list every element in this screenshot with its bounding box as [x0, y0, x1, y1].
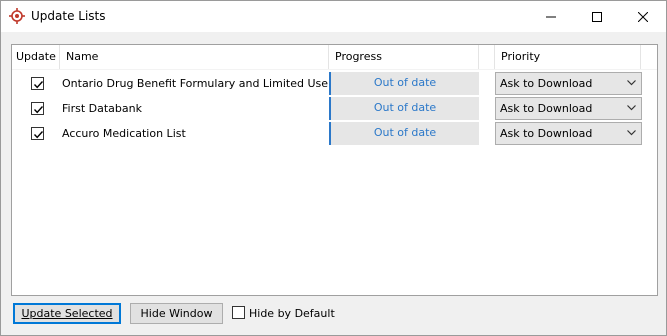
update-selected-label: Update Selected: [21, 307, 113, 320]
list-name: First Databank: [62, 102, 142, 115]
minimize-icon: [546, 16, 556, 17]
close-button[interactable]: [620, 1, 666, 32]
column-header-progress[interactable]: Progress: [329, 45, 479, 69]
priority-dropdown[interactable]: Ask to Download: [495, 122, 642, 145]
chevron-down-icon: [627, 130, 636, 136]
progress-status: Out of date: [329, 122, 479, 145]
update-checkbox[interactable]: [31, 127, 44, 140]
title-bar[interactable]: Update Lists: [1, 1, 666, 32]
hide-by-default-checkbox[interactable]: [232, 306, 245, 319]
list-name: Ontario Drug Benefit Formulary and Limit…: [62, 77, 366, 90]
maximize-icon: [592, 11, 602, 22]
target-crosshair-icon: [9, 8, 25, 24]
priority-value: Ask to Download: [500, 102, 593, 115]
priority-value: Ask to Download: [500, 127, 593, 140]
window-title: Update Lists: [31, 9, 106, 23]
hide-window-button[interactable]: Hide Window: [130, 303, 223, 324]
column-header-name[interactable]: Name: [60, 45, 329, 69]
column-header-priority[interactable]: Priority: [495, 45, 641, 69]
hide-by-default-label[interactable]: Hide by Default: [249, 307, 335, 320]
chevron-down-icon: [627, 105, 636, 111]
update-lists-grid: Update Name Progress Priority Ontario Dr…: [11, 44, 658, 296]
table-row: First Databank Out of date Ask to Downlo…: [12, 96, 657, 121]
checkmark-icon: [33, 131, 44, 139]
close-icon: [638, 11, 648, 22]
maximize-button[interactable]: [574, 1, 620, 32]
update-checkbox[interactable]: [31, 102, 44, 115]
update-selected-button[interactable]: Update Selected: [13, 303, 121, 324]
table-row: Accuro Medication List Out of date Ask t…: [12, 121, 657, 146]
table-row: Ontario Drug Benefit Formulary and Limit…: [12, 71, 657, 96]
header-divider: [12, 69, 657, 70]
minimize-button[interactable]: [528, 1, 574, 32]
priority-value: Ask to Download: [500, 77, 593, 90]
column-header-update[interactable]: Update: [12, 45, 60, 69]
progress-status: Out of date: [329, 72, 479, 95]
priority-dropdown[interactable]: Ask to Download: [495, 72, 642, 95]
hide-window-label: Hide Window: [140, 307, 213, 320]
checkmark-icon: [33, 106, 44, 114]
update-checkbox[interactable]: [31, 77, 44, 90]
progress-status: Out of date: [329, 97, 479, 120]
checkmark-icon: [33, 81, 44, 89]
column-header-blank: [479, 45, 495, 69]
chevron-down-icon: [627, 80, 636, 86]
list-name: Accuro Medication List: [62, 127, 186, 140]
update-lists-window: Update Lists Update Name Progress Priori…: [0, 0, 667, 336]
priority-dropdown[interactable]: Ask to Download: [495, 97, 642, 120]
